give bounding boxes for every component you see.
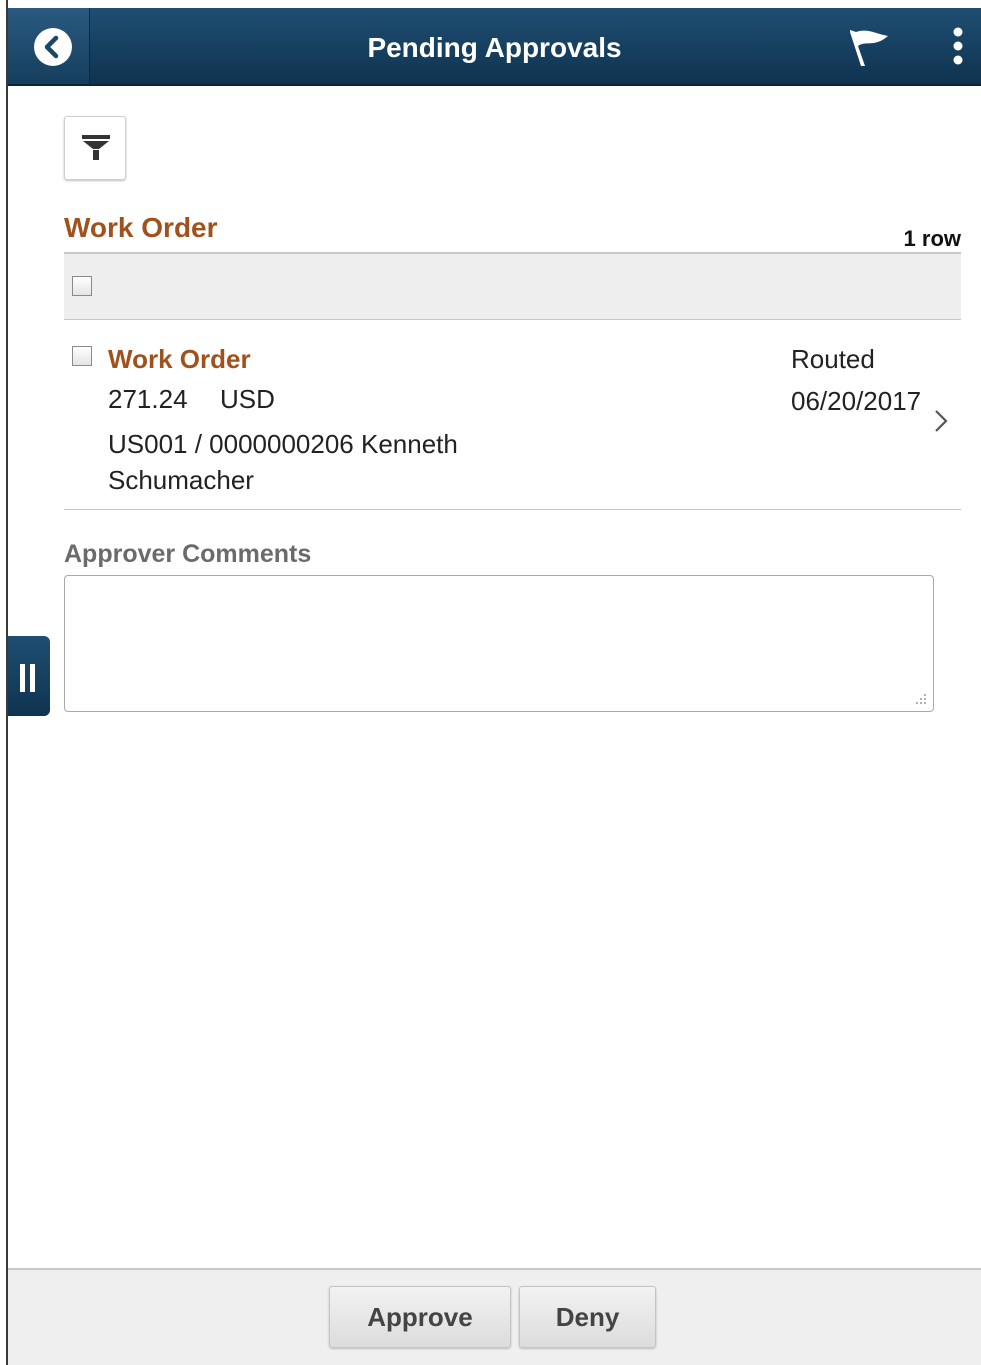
more-vertical-icon[interactable] xyxy=(948,26,968,70)
item-description: US001 / 0000000206 Kenneth Schumacher xyxy=(108,429,458,495)
window-top-edge xyxy=(0,0,981,8)
filter-icon xyxy=(82,135,110,160)
chevron-right-icon[interactable] xyxy=(933,408,949,434)
filter-button[interactable] xyxy=(64,116,126,180)
item-currency: USD xyxy=(220,384,275,414)
pause-bars-icon xyxy=(20,664,35,692)
section-title: Work Order xyxy=(64,212,218,243)
approver-comments-field[interactable] xyxy=(64,575,934,712)
item-checkbox[interactable] xyxy=(72,346,92,366)
resize-grip-icon[interactable] xyxy=(912,692,928,706)
approve-button[interactable]: Approve xyxy=(329,1286,511,1348)
flag-icon[interactable] xyxy=(844,26,894,70)
list-item[interactable]: Work Order 271.24 USD US001 / 0000000206… xyxy=(64,320,961,510)
page-title: Pending Approvals xyxy=(367,32,622,63)
item-date: 06/20/2017 xyxy=(791,386,922,416)
footer-bar: Approve Deny xyxy=(8,1268,981,1365)
select-all-checkbox[interactable] xyxy=(72,276,92,296)
comments-label: Approver Comments xyxy=(64,540,312,568)
header-bar: Pending Approvals xyxy=(8,8,981,86)
deny-button[interactable]: Deny xyxy=(519,1286,656,1348)
item-title: Work Order xyxy=(108,344,251,374)
select-all-bar xyxy=(64,252,961,320)
side-panel-tab[interactable] xyxy=(8,636,50,716)
window-left-edge xyxy=(0,0,8,1365)
row-count: 1 row xyxy=(903,226,961,251)
item-status: Routed xyxy=(791,344,875,374)
item-amount: 271.24 xyxy=(108,384,188,414)
